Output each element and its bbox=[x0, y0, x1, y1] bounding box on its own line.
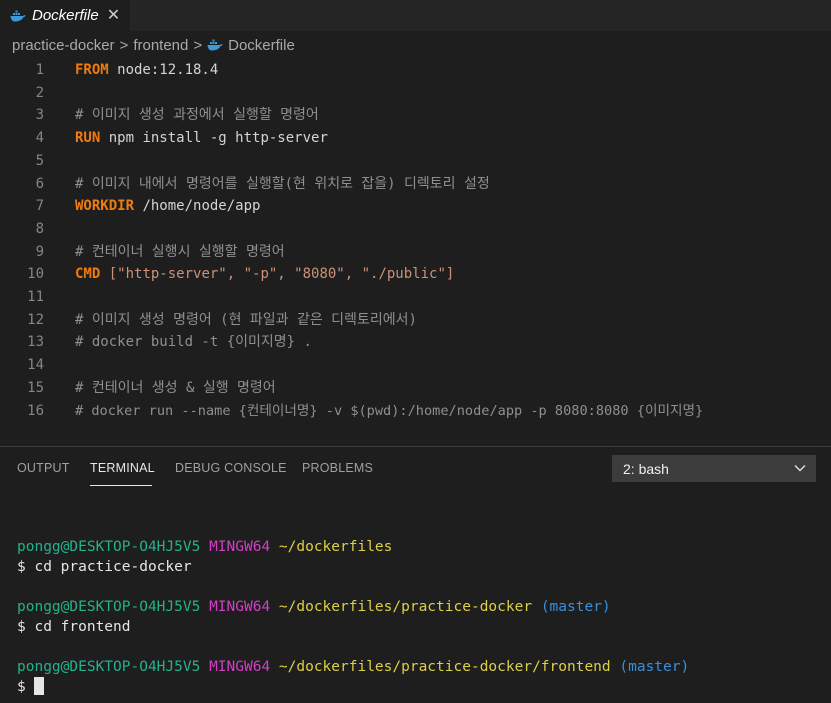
line-number: 5 bbox=[35, 152, 44, 169]
keyword: RUN bbox=[75, 130, 101, 147]
terminal-prompt-line: pongg@DESKTOP-O4HJ5V5 MINGW64 ~/dockerfi… bbox=[17, 657, 689, 677]
keyword: FROM bbox=[75, 62, 109, 78]
line-number: 8 bbox=[35, 220, 44, 237]
terminal-prompt-symbol: $ bbox=[17, 679, 35, 695]
line-number: 10 bbox=[27, 266, 44, 283]
code-line: 4 RUN npm install -g http-server bbox=[0, 127, 831, 149]
code-line: 5 bbox=[0, 150, 831, 172]
keyword: CMD bbox=[75, 266, 101, 283]
code-line: 1 FROM node:12.18.4 bbox=[0, 59, 831, 81]
tab-title: Dockerfile bbox=[32, 7, 99, 24]
prompt-shell: MINGW64 bbox=[209, 599, 271, 615]
code-line: 8 bbox=[0, 218, 831, 240]
line-number: 6 bbox=[35, 175, 44, 192]
tab-problems[interactable]: PROBLEMS bbox=[302, 461, 373, 475]
comment: # docker build -t {이미지명} . bbox=[75, 334, 312, 351]
keyword: WORKDIR bbox=[75, 198, 135, 215]
panel-divider bbox=[0, 446, 831, 447]
code-text: node:12.18.4 bbox=[108, 62, 219, 78]
prompt-branch: (master) bbox=[619, 659, 690, 675]
prompt-shell: MINGW64 bbox=[209, 659, 271, 675]
terminal-select[interactable]: 2: bash bbox=[612, 455, 816, 482]
editor-tab-bar: Dockerfile ✕ bbox=[0, 0, 831, 31]
terminal-select-value: 2: bash bbox=[623, 460, 669, 477]
prompt-path: ~/dockerfiles bbox=[278, 539, 393, 555]
comment: # 이미지 생성 명령어 (현 파일과 같은 디렉토리에서) bbox=[75, 311, 417, 328]
code-line: 7 WORKDIR /home/node/app bbox=[0, 195, 831, 217]
terminal-cursor bbox=[34, 677, 45, 695]
code-line: 12 # 이미지 생성 명령어 (현 파일과 같은 디렉토리에서) bbox=[0, 309, 831, 331]
line-number: 12 bbox=[27, 311, 44, 328]
breadcrumb-practice-docker[interactable]: practice-docker bbox=[12, 37, 115, 54]
line-number: 1 bbox=[35, 62, 44, 78]
tab-terminal[interactable]: TERMINAL bbox=[90, 461, 155, 475]
comment: # 컨테이너 생성 & 실행 명령어 bbox=[75, 379, 276, 396]
line-number: 4 bbox=[35, 130, 44, 147]
line-number: 13 bbox=[27, 334, 44, 351]
active-tab-indicator bbox=[90, 485, 152, 486]
terminal-command-line: $ cd frontend bbox=[17, 619, 131, 635]
docker-icon bbox=[10, 10, 26, 21]
line-number: 7 bbox=[35, 198, 44, 215]
prompt-user: pongg@DESKTOP-O4HJ5V5 bbox=[17, 659, 201, 675]
prompt-branch: (master) bbox=[540, 599, 611, 615]
code-text: ["http-server", "-p", "8080", "./public"… bbox=[100, 266, 455, 283]
terminal-prompt-line: pongg@DESKTOP-O4HJ5V5 MINGW64 ~/dockerfi… bbox=[17, 597, 689, 617]
prompt-user: pongg@DESKTOP-O4HJ5V5 bbox=[17, 539, 201, 555]
terminal-command-line: $ cd practice-docker bbox=[17, 559, 192, 575]
comment: # docker run --name {컨테이너명} -v $(pwd):/h… bbox=[75, 402, 704, 419]
code-line: 16 # docker run --name {컨테이너명} -v $(pwd):… bbox=[0, 400, 831, 422]
line-number: 2 bbox=[35, 84, 44, 101]
comment: # 컨테이너 실행시 실행할 명령어 bbox=[75, 243, 285, 260]
terminal-prompt-line: pongg@DESKTOP-O4HJ5V5 MINGW64 ~/dockerfi… bbox=[17, 537, 689, 557]
line-number: 9 bbox=[35, 243, 44, 260]
code-line: 14 bbox=[0, 354, 831, 376]
docker-icon bbox=[207, 39, 223, 51]
prompt-path: ~/dockerfiles/practice-docker bbox=[278, 599, 533, 615]
code-line: 6 # 이미지 내에서 명령어를 실행할(현 위치로 잡을) 디렉토리 설정 bbox=[0, 173, 831, 195]
line-number: 16 bbox=[27, 402, 44, 419]
line-number: 11 bbox=[27, 289, 44, 305]
code-line: 15 # 컨테이너 생성 & 실행 명령어 bbox=[0, 377, 831, 399]
breadcrumb: practice-docker > frontend > Dockerfile bbox=[0, 31, 831, 59]
comment: # 이미지 생성 과정에서 실행할 명령어 bbox=[75, 107, 319, 124]
code-line: 10 CMD ["http-server", "-p", "8080", "./p… bbox=[0, 263, 831, 285]
code-text: npm install -g http-server bbox=[100, 130, 328, 147]
prompt-shell: MINGW64 bbox=[209, 539, 271, 555]
code-line: 3 # 이미지 생성 과정에서 실행할 명령어 bbox=[0, 104, 831, 126]
tab-output[interactable]: OUTPUT bbox=[17, 461, 70, 475]
close-icon[interactable]: ✕ bbox=[107, 7, 120, 24]
code-line: 9 # 컨테이너 실행시 실행할 명령어 bbox=[0, 241, 831, 263]
code-text: /home/node/app bbox=[134, 198, 261, 215]
tab-debug-console[interactable]: DEBUG CONSOLE bbox=[175, 461, 287, 475]
breadcrumb-frontend[interactable]: frontend bbox=[133, 37, 188, 54]
chevron-down-icon bbox=[794, 465, 806, 472]
code-line: 11 bbox=[0, 286, 831, 308]
comment: # 이미지 내에서 명령어를 실행할(현 위치로 잡을) 디렉토리 설정 bbox=[75, 175, 490, 192]
breadcrumb-separator: > bbox=[119, 36, 129, 54]
breadcrumb-separator: > bbox=[193, 36, 203, 54]
terminal-input-line[interactable]: $ bbox=[17, 677, 689, 697]
line-number: 3 bbox=[35, 107, 44, 124]
terminal-output[interactable]: pongg@DESKTOP-O4HJ5V5 MINGW64 ~/dockerfi… bbox=[17, 537, 689, 697]
code-editor[interactable]: 1 FROM node:12.18.4 2 3 # 이미지 생성 과정에서 실행할 … bbox=[0, 59, 831, 439]
prompt-user: pongg@DESKTOP-O4HJ5V5 bbox=[17, 599, 201, 615]
code-line: 2 bbox=[0, 82, 831, 104]
line-number: 15 bbox=[27, 379, 44, 396]
tab-dockerfile[interactable]: Dockerfile ✕ bbox=[0, 0, 130, 31]
code-line: 13 # docker build -t {이미지명} . bbox=[0, 331, 831, 353]
breadcrumb-dockerfile[interactable]: Dockerfile bbox=[228, 37, 295, 54]
prompt-path: ~/dockerfiles/practice-docker/frontend bbox=[278, 659, 611, 675]
line-number: 14 bbox=[27, 357, 44, 374]
